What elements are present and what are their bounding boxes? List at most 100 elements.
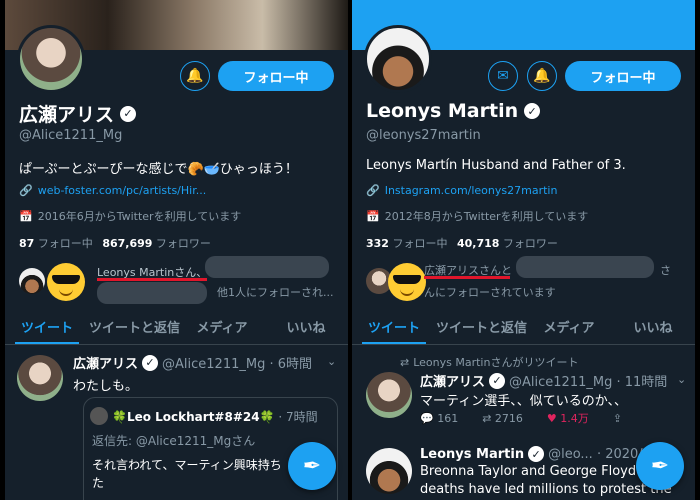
share-icon[interactable]: ⇪ [613,412,622,425]
link-icon: 🔗 [366,184,380,197]
following-count[interactable]: 87 [19,237,34,250]
profile-link[interactable]: web-foster.com/pc/artists/Hir... [38,184,207,197]
heart-icon: ♥ [546,412,561,425]
tweet-handle-time: @Alice1211_Mg · 6時間 [162,357,312,372]
profile-name: 広瀬アリス ✓ [19,100,137,127]
calendar-icon: 📅 [19,209,33,223]
follower-avatar[interactable] [19,268,45,294]
joined-date: 2012年8月からTwitterを利用しています [384,210,589,223]
mail-icon[interactable]: ✉ [488,61,518,91]
verified-icon: ✓ [120,105,137,122]
profile-bio: Leonys Martín Husband and Father of 3. [366,158,626,173]
tab-media[interactable]: メディア [527,309,611,344]
following-label: フォロー中 [37,237,93,250]
bell-icon[interactable]: 🔔 [527,61,557,91]
tweet-actions: 💬 161 ⇄ 2716 ♥ 1.4万 ⇪ [420,410,622,426]
follow-counts: 332 フォロー中 40,718 フォロワー [366,235,558,251]
retweet-action[interactable]: ⇄ 2716 [482,412,523,425]
tweet-avatar[interactable] [366,372,412,418]
retweet-icon: ⇄ [482,411,495,425]
compose-tweet-button[interactable]: ✒ [636,442,684,490]
tab-tweets-replies[interactable]: ツイートと返信 [89,309,180,344]
joined-row: 📅 2012年8月からTwitterを利用しています [366,208,588,224]
reply-icon: 💬 [420,411,438,425]
tweet-avatar[interactable] [17,355,63,401]
quote-author: 🍀Leo Lockhart#8#24🍀 [112,410,275,424]
retweet-count: 2716 [494,411,523,425]
profile-avatar[interactable] [364,25,432,93]
profile-tabs: ツイート ツイートと返信 メディア いいね [352,309,695,345]
profile-panel-alice: 🔔 フォロー中 広瀬アリス ✓ @Alice1211_Mg ぱーぷーとぷーぴーな… [5,0,348,500]
profile-link[interactable]: Instagram.com/leonys27martin [385,184,558,197]
quote-time: · 7時間 [278,410,318,424]
chevron-down-icon[interactable]: ⌄ [677,373,686,386]
tweet-header: 広瀬アリス ✓ @Alice1211_Mg · 6時間 [73,353,312,372]
verified-icon: ✓ [142,354,159,371]
joined-row: 📅 2016年6月からTwitterを利用しています [19,208,241,224]
following-count[interactable]: 332 [366,237,389,250]
tab-likes[interactable]: いいね [264,309,348,344]
profile-bio: ぱーぷーとぷーぴーな感じで🥐🥣ひゃっほう！ [19,162,298,177]
bell-icon[interactable]: 🔔 [180,61,210,91]
tweet2-text-2: deaths have led millions to protest the [420,482,672,497]
like-count: 1.4万 [560,412,589,425]
profile-avatar[interactable] [17,25,85,93]
tab-likes[interactable]: いいね [611,309,695,344]
retweet-icon: ⇄ [400,355,410,369]
compose-tweet-button[interactable]: ✒ [288,442,336,490]
followed-by-tail: さ [660,264,671,277]
joined-date: 2016年6月からTwitterを利用しています [37,210,242,223]
tab-media[interactable]: メディア [180,309,264,344]
followers-count[interactable]: 40,718 [457,237,499,250]
profile-link-row[interactable]: 🔗 web-foster.com/pc/artists/Hir... [19,184,206,197]
red-underline-annotation [424,276,510,279]
blurred-name [516,256,654,278]
tweet2-header: Leonys Martin ✓ @leo... · 2020/09/ [420,446,664,462]
profile-name-text: 広瀬アリス [19,104,115,126]
following-button[interactable]: フォロー中 [218,61,334,91]
verified-icon: ✓ [528,446,545,462]
followed-by-rest[interactable]: 他1人にフォローされ... [217,284,334,300]
red-underline-annotation [97,278,207,281]
tab-tweets-replies[interactable]: ツイートと返信 [436,309,527,344]
profile-handle: @Alice1211_Mg [19,128,123,143]
tweet-author[interactable]: 広瀬アリス [420,371,485,390]
tweet-header: 広瀬アリス ✓ @Alice1211_Mg · 11時間 [420,371,667,390]
quote-reply-to: 返信先: @Alice1211_Mgさん [92,434,256,448]
retweet-label[interactable]: Leonys Martinさんがリツイート [413,354,578,370]
followed-by-rest[interactable]: んにフォローされています [424,284,556,300]
verified-icon: ✓ [524,103,541,119]
followers-label: フォロワー [502,237,558,250]
quote-text-2: た [92,476,105,490]
tweet-text: わたしも。 [73,379,139,394]
quote-text: それ言われて、マーティン興味持ち [92,458,282,472]
profile-name-text: Leonys Martin [366,100,519,122]
quote-avatar [90,407,108,425]
profile-name: Leonys Martin ✓ [366,100,541,122]
following-label: フォロー中 [392,237,448,250]
profile-panel-leonys: ✉ 🔔 フォロー中 Leonys Martin ✓ @leonys27marti… [352,0,695,500]
tweet-author[interactable]: 広瀬アリス [73,353,138,372]
calendar-icon: 📅 [366,209,380,223]
like-action[interactable]: ♥ 1.4万 [547,410,589,426]
blurred-name [205,256,329,278]
retweet-indicator: ⇄ Leonys Martinさんがリツイート [400,354,578,370]
profile-tabs: ツイート ツイートと返信 メディア いいね [5,309,348,345]
followers-count[interactable]: 867,699 [102,237,152,250]
profile-link-row[interactable]: 🔗 Instagram.com/leonys27martin [366,184,557,197]
profile-handle: @leonys27martin [366,128,481,143]
tweet2-avatar[interactable] [366,448,412,494]
reply-action[interactable]: 💬 161 [420,412,458,425]
tweet-text: マーティン選手、、似ているのか、、 [420,394,627,409]
tweet2-text: Breonna Taylor and George Floyd's [420,464,647,479]
sunglasses-emoji-icon [388,263,426,301]
verified-icon: ✓ [489,372,506,389]
reply-count: 161 [437,411,459,425]
tab-tweets[interactable]: ツイート [5,309,89,344]
followers-label: フォロワー [155,237,211,250]
chevron-down-icon[interactable]: ⌄ [327,355,336,368]
blurred-name-2 [97,282,207,304]
following-button[interactable]: フォロー中 [565,61,681,91]
tweet2-author[interactable]: Leonys Martin [420,447,524,462]
tab-tweets[interactable]: ツイート [352,309,436,344]
